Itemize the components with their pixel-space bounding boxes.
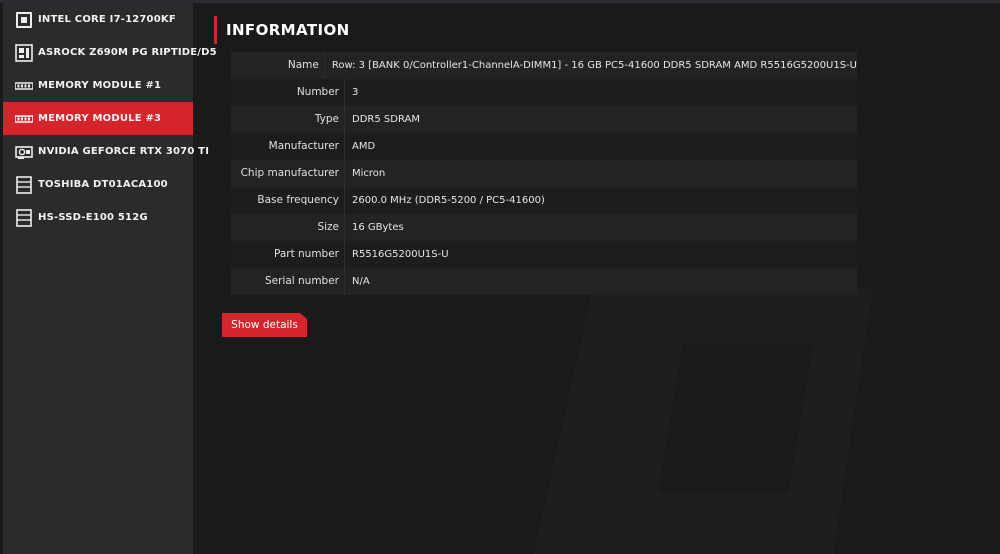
sidebar-item-label: MEMORY MODULE #1: [38, 80, 162, 91]
row-value: Row: 3 [BANK 0/Controller1-ChannelA-DIMM…: [331, 60, 857, 71]
memory-icon: [15, 114, 33, 123]
drive-icon: [16, 208, 32, 227]
row-label: Base frequency: [231, 187, 345, 214]
row-label: Part number: [231, 241, 345, 268]
row-value: Micron: [352, 168, 386, 179]
sidebar-item-cpu[interactable]: INTEL CORE I7-12700KF: [3, 3, 193, 36]
sidebar-item-motherboard[interactable]: ASROCK Z690M PG RIPTIDE/D5: [3, 36, 217, 69]
row-label: Type: [231, 106, 345, 133]
table-row: Manufacturer AMD: [231, 133, 857, 160]
sidebar-item-gpu[interactable]: NVIDIA GEFORCE RTX 3070 TI: [3, 135, 209, 168]
memory-icon: [15, 81, 33, 90]
background-logo-watermark: [533, 288, 873, 554]
row-value: DDR5 SDRAM: [352, 114, 420, 125]
motherboard-icon: [15, 43, 33, 62]
sidebar-item-ssd[interactable]: HS-SSD-E100 512G: [3, 201, 193, 234]
row-value: 2600.0 MHz (DDR5-5200 / PC5-41600): [352, 195, 545, 206]
row-label: Serial number: [231, 268, 345, 295]
table-row: Number 3: [231, 79, 857, 106]
sidebar: INTEL CORE I7-12700KF ASROCK Z690M PG RI…: [3, 3, 217, 554]
sidebar-item-label: HS-SSD-E100 512G: [38, 212, 148, 223]
sidebar-item-label: MEMORY MODULE #3: [38, 113, 162, 124]
row-value: 3: [352, 87, 359, 98]
sidebar-item-label: ASROCK Z690M PG RIPTIDE/D5: [38, 47, 217, 58]
row-label: Name: [231, 52, 325, 79]
table-row: Base frequency 2600.0 MHz (DDR5-5200 / P…: [231, 187, 857, 214]
show-details-button[interactable]: Show details: [222, 313, 307, 337]
row-value: 16 GBytes: [352, 222, 404, 233]
section-heading: INFORMATION: [214, 16, 350, 44]
sidebar-item-memory-1[interactable]: MEMORY MODULE #1: [3, 69, 193, 102]
page-title: INFORMATION: [226, 21, 350, 39]
table-row: Part number R5516G5200U1S-U: [231, 241, 857, 268]
sidebar-item-label: INTEL CORE I7-12700KF: [38, 14, 176, 25]
sidebar-item-label: NVIDIA GEFORCE RTX 3070 TI: [38, 146, 210, 157]
cpu-icon: [16, 11, 32, 28]
row-label: Manufacturer: [231, 133, 345, 160]
sidebar-item-memory-3[interactable]: MEMORY MODULE #3: [3, 102, 193, 135]
table-row: Size 16 GBytes: [231, 214, 857, 241]
row-value: R5516G5200U1S-U: [352, 249, 449, 260]
sidebar-item-label: TOSHIBA DT01ACA100: [38, 179, 168, 190]
table-row: Name Row: 3 [BANK 0/Controller1-ChannelA…: [231, 52, 857, 79]
row-label: Number: [231, 79, 345, 106]
row-value: N/A: [352, 276, 370, 287]
table-row: Serial number N/A: [231, 268, 857, 295]
row-label: Chip manufacturer: [231, 160, 345, 187]
table-row: Chip manufacturer Micron: [231, 160, 857, 187]
sidebar-item-hdd[interactable]: TOSHIBA DT01ACA100: [3, 168, 193, 201]
main-panel: INFORMATION Name Row: 3 [BANK 0/Controll…: [193, 3, 1000, 554]
row-label: Size: [231, 214, 345, 241]
table-row: Type DDR5 SDRAM: [231, 106, 857, 133]
row-value: AMD: [352, 141, 376, 152]
drive-icon: [16, 175, 32, 194]
app-window: INTEL CORE I7-12700KF ASROCK Z690M PG RI…: [0, 0, 1000, 554]
info-table: Name Row: 3 [BANK 0/Controller1-ChannelA…: [231, 52, 857, 295]
gpu-icon: [15, 145, 33, 159]
